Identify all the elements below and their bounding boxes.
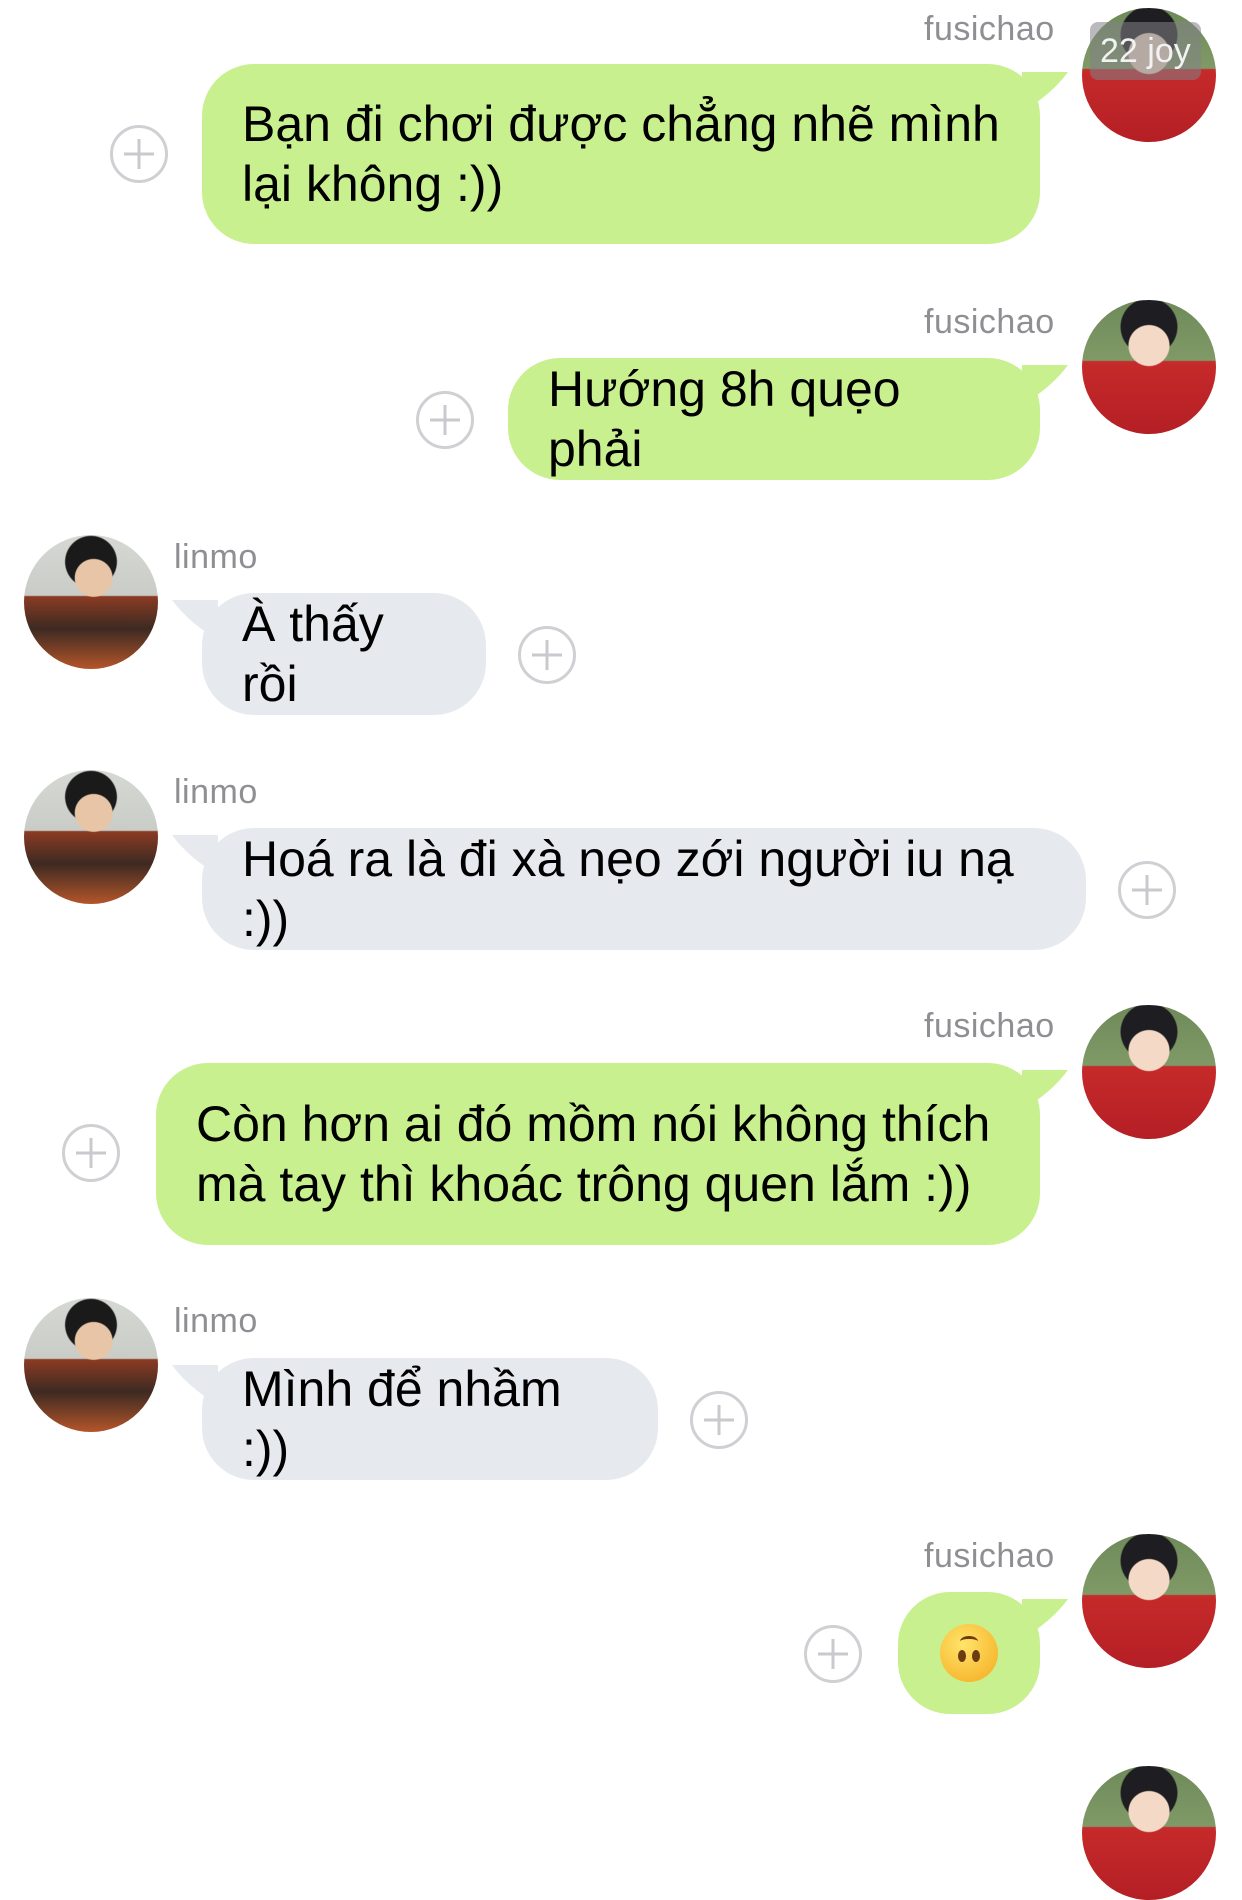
add-reaction-icon[interactable] [62,1124,120,1182]
avatar-fusichao[interactable] [1082,1005,1216,1139]
message-bubble[interactable]: Hoá ra là đi xà nẹo zới người iu nạ :)) [202,828,1086,950]
message-text: À thấy rồi [242,596,384,712]
add-reaction-icon[interactable] [416,391,474,449]
upside-down-face-icon [940,1624,998,1682]
avatar-linmo[interactable] [24,535,158,669]
add-reaction-icon[interactable] [110,125,168,183]
message-text: Còn hơn ai đó mồm nói không thích mà tay… [196,1096,991,1212]
timestamp-badge: 22 joy [1090,22,1201,80]
add-reaction-icon[interactable] [1118,861,1176,919]
message-bubble[interactable]: À thấy rồi [202,593,486,715]
sender-name: linmo [174,773,258,811]
avatar-fusichao[interactable] [1082,1534,1216,1668]
sender-name: fusichao [924,10,1055,48]
add-reaction-icon[interactable] [804,1625,862,1683]
add-reaction-icon[interactable] [690,1391,748,1449]
sender-name: linmo [174,538,258,576]
avatar-fusichao-partial [1082,1766,1216,1900]
add-reaction-icon[interactable] [518,626,576,684]
sender-name: fusichao [924,1537,1055,1575]
message-text: Hoá ra là đi xà nẹo zới người iu nạ :)) [242,831,1014,947]
message-bubble[interactable] [898,1592,1040,1714]
message-bubble[interactable]: Còn hơn ai đó mồm nói không thích mà tay… [156,1063,1040,1245]
avatar-linmo[interactable] [24,1298,158,1432]
sender-name: fusichao [924,1007,1055,1045]
message-text: Mình để nhầm :)) [242,1361,562,1477]
sender-name: linmo [174,1302,258,1340]
message-bubble[interactable]: Hướng 8h quẹo phải [508,358,1040,480]
avatar-fusichao[interactable] [1082,300,1216,434]
message-bubble[interactable]: Bạn đi chơi được chẳng nhẽ mình lại khôn… [202,64,1040,244]
sender-name: fusichao [924,303,1055,341]
message-bubble[interactable]: Mình để nhầm :)) [202,1358,658,1480]
avatar-linmo[interactable] [24,770,158,904]
message-text: Bạn đi chơi được chẳng nhẽ mình lại khôn… [242,96,1000,212]
message-text: Hướng 8h quẹo phải [548,361,901,477]
